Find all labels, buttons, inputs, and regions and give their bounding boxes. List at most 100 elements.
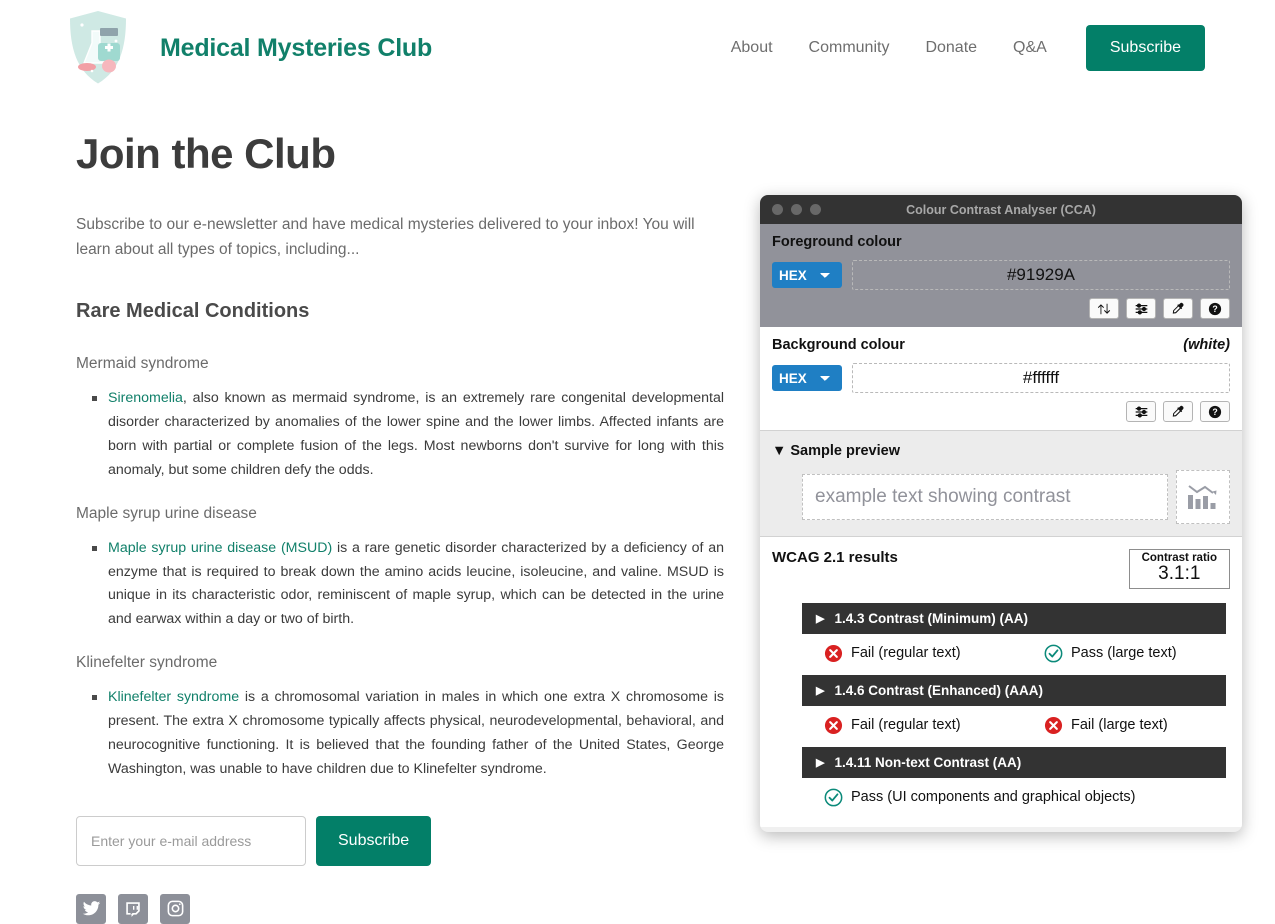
sliders-icon[interactable]	[1126, 401, 1156, 422]
section-heading: Rare Medical Conditions	[76, 300, 310, 323]
condition-title: Klinefelter syndrome	[76, 654, 218, 672]
condition-list: Klinefelter syndrome is a chromosomal va…	[76, 686, 726, 781]
condition-list: Sirenomelia, also known as mermaid syndr…	[76, 387, 726, 482]
site-header: Medical Mysteries Club About Community D…	[0, 0, 1275, 96]
nav-link-qa[interactable]: Q&A	[995, 39, 1065, 57]
pass-icon	[1044, 644, 1063, 663]
svg-text:?: ?	[1212, 407, 1217, 417]
sample-preview-toggle[interactable]: ▼ Sample preview	[772, 443, 1230, 459]
fail-icon	[824, 644, 843, 663]
subscribe-form: Subscribe	[76, 815, 726, 866]
background-button-row: ?	[772, 401, 1230, 422]
declining-bar-chart-icon	[1176, 470, 1230, 524]
wcag-result-label: Fail (regular text)	[851, 645, 961, 662]
email-input[interactable]	[76, 815, 306, 866]
background-header: Background colour (white)	[772, 337, 1230, 353]
condition-title: Mermaid syndrome	[76, 355, 209, 373]
condition-link[interactable]: Sirenomelia	[108, 390, 183, 406]
nav-link-community[interactable]: Community	[791, 39, 908, 57]
swap-colours-icon[interactable]	[1089, 298, 1119, 319]
fail-icon	[1044, 716, 1063, 735]
wcag-header: WCAG 2.1 results Contrast ratio 3.1:1	[772, 549, 1230, 589]
wcag-result-label: Fail (regular text)	[851, 717, 961, 734]
wcag-group-1411-header[interactable]: ▶ 1.4.11 Non-text Contrast (AA)	[802, 746, 1226, 778]
list-item: Sirenomelia, also known as mermaid syndr…	[92, 387, 724, 482]
wcag-group-label: 1.4.6 Contrast (Enhanced) (AAA)	[834, 682, 1043, 698]
sample-preview-label: Sample preview	[790, 443, 900, 459]
sample-preview-text: example text showing contrast	[802, 474, 1168, 520]
wcag-result: Pass (large text)	[1044, 644, 1177, 663]
chevron-right-icon: ▶	[816, 756, 825, 769]
background-format-select[interactable]: HEX	[772, 365, 842, 391]
brand[interactable]: Medical Mysteries Club	[62, 5, 432, 91]
chevron-right-icon: ▶	[816, 612, 825, 625]
condition-title: Maple syrup urine disease	[76, 504, 257, 522]
wcag-group-146-results: Fail (regular text) Fail (large text)	[802, 706, 1226, 743]
wcag-result-label: Fail (large text)	[1071, 717, 1168, 734]
wcag-group-143-results: Fail (regular text) Pass (large text)	[802, 634, 1226, 671]
condition-link[interactable]: Klinefelter syndrome	[108, 689, 239, 705]
wcag-group-1411-results: Pass (UI components and graphical object…	[802, 778, 1226, 815]
background-colour-note: (white)	[1183, 337, 1230, 353]
background-colour-row: HEX #ffffff	[772, 363, 1230, 393]
nav-subscribe-button[interactable]: Subscribe	[1085, 25, 1205, 71]
wcag-result: Pass (UI components and graphical object…	[802, 788, 1136, 807]
wcag-title: WCAG 2.1 results	[772, 549, 898, 566]
foreground-hex-input[interactable]: #91929A	[852, 260, 1230, 290]
subscribe-submit-button[interactable]: Subscribe	[316, 815, 432, 866]
condition-list: Maple syrup urine disease (MSUD) is a ra…	[76, 537, 726, 632]
wcag-result: Fail (regular text)	[802, 716, 1044, 735]
background-label: Background colour	[772, 337, 905, 353]
eyedropper-icon[interactable]	[1163, 298, 1193, 319]
cca-window: Colour Contrast Analyser (CCA) Foregroun…	[760, 195, 1242, 832]
help-icon[interactable]: ?	[1200, 298, 1230, 319]
pass-icon	[824, 788, 843, 807]
wcag-group-list: ▶ 1.4.3 Contrast (Minimum) (AA) Fail (re…	[772, 602, 1230, 815]
list-item: Klinefelter syndrome is a chromosomal va…	[92, 686, 724, 781]
background-colour-section: Background colour (white) HEX #ffffff ?	[760, 327, 1242, 430]
page-title: Join the Club	[76, 130, 336, 177]
medical-shield-logo-icon	[62, 5, 134, 91]
eyedropper-icon[interactable]	[1163, 401, 1193, 422]
foreground-button-row: ?	[772, 298, 1230, 319]
sample-preview-section: ▼ Sample preview example text showing co…	[760, 430, 1242, 536]
foreground-colour-row: HEX #91929A	[772, 260, 1230, 290]
wcag-result-label: Pass (large text)	[1071, 645, 1177, 662]
wcag-group-label: 1.4.11 Non-text Contrast (AA)	[834, 754, 1022, 770]
condition-body: , also known as mermaid syndrome, is an …	[108, 390, 724, 478]
maximize-window-icon[interactable]	[810, 204, 821, 215]
list-item: Maple syrup urine disease (MSUD) is a ra…	[92, 537, 724, 632]
sample-preview-body: example text showing contrast	[772, 470, 1230, 524]
window-title: Colour Contrast Analyser (CCA)	[906, 202, 1096, 217]
condition-link[interactable]: Maple syrup urine disease (MSUD)	[108, 540, 332, 556]
help-icon[interactable]: ?	[1200, 401, 1230, 422]
window-controls	[772, 204, 821, 215]
contrast-ratio-box: Contrast ratio 3.1:1	[1128, 549, 1230, 589]
foreground-format-select[interactable]: HEX	[772, 262, 842, 288]
wcag-group-143-header[interactable]: ▶ 1.4.3 Contrast (Minimum) (AA)	[802, 602, 1226, 634]
chevron-right-icon: ▶	[816, 684, 825, 697]
close-window-icon[interactable]	[772, 204, 783, 215]
svg-text:?: ?	[1212, 304, 1217, 314]
wcag-group-label: 1.4.3 Contrast (Minimum) (AA)	[834, 610, 1028, 626]
nav-link-donate[interactable]: Donate	[907, 39, 995, 57]
cca-titlebar[interactable]: Colour Contrast Analyser (CCA)	[760, 195, 1242, 224]
sliders-icon[interactable]	[1126, 298, 1156, 319]
main-nav: About Community Donate Q&A Subscribe	[713, 0, 1205, 96]
background-hex-input[interactable]: #ffffff	[852, 363, 1230, 393]
main-content: Join the Club Subscribe to our e-newslet…	[76, 130, 726, 924]
chevron-down-icon: ▼	[772, 443, 787, 459]
brand-title: Medical Mysteries Club	[160, 33, 433, 62]
contrast-ratio-value: 3.1:1	[1158, 563, 1201, 584]
condition-block-mermaid: Mermaid syndrome Sirenomelia, also known…	[76, 355, 726, 482]
minimize-window-icon[interactable]	[791, 204, 802, 215]
wcag-results-section: WCAG 2.1 results Contrast ratio 3.1:1 ▶ …	[760, 536, 1242, 827]
condition-block-klinefelter: Klinefelter syndrome Klinefelter syndrom…	[76, 654, 726, 781]
nav-link-about[interactable]: About	[713, 39, 791, 57]
wcag-group-146-header[interactable]: ▶ 1.4.6 Contrast (Enhanced) (AAA)	[802, 674, 1226, 706]
condition-block-msud: Maple syrup urine disease Maple syrup ur…	[76, 505, 726, 632]
foreground-colour-section: Foreground colour HEX #91929A ?	[760, 224, 1242, 327]
foreground-label: Foreground colour	[772, 234, 902, 250]
wcag-result: Fail (large text)	[1044, 716, 1168, 735]
wcag-result: Fail (regular text)	[802, 644, 1044, 663]
